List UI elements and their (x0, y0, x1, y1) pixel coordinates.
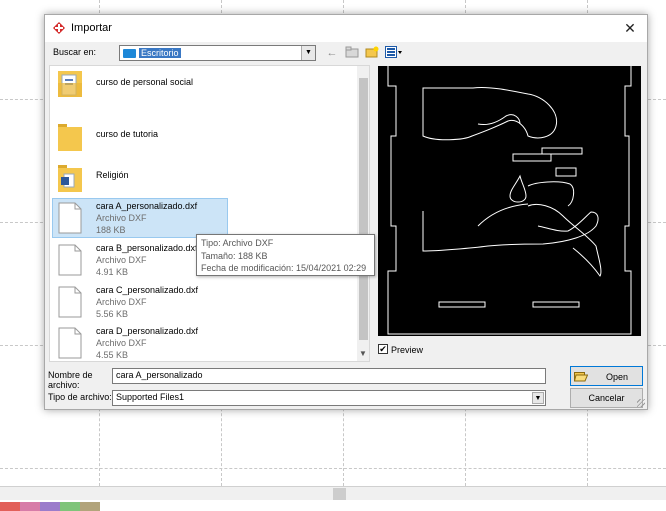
look-in-dropdown[interactable]: Escritorio ▼ (119, 45, 316, 61)
back-icon[interactable]: ← (325, 46, 339, 60)
file-name: cara C_personalizado.dxf (96, 285, 199, 295)
app-logo-icon (53, 22, 65, 34)
dxf-preview-drawing (387, 66, 632, 335)
file-name: cara B_personalizado.dxf (96, 243, 198, 253)
look-in-label: Buscar en: (53, 47, 97, 57)
document-icon (58, 286, 82, 318)
list-item[interactable]: cara A_personalizado.dxf Archivo DXF 188… (50, 198, 356, 238)
color-swatch[interactable] (20, 502, 40, 511)
file-size: 4.91 KB (96, 267, 129, 277)
folder-icon (58, 71, 82, 97)
preview-label: Preview (391, 345, 424, 355)
file-list-scrollbar[interactable]: ▼ (357, 66, 369, 361)
filename-label: Nombre de archivo: (48, 370, 93, 390)
navigation-toolbar: ← (325, 46, 402, 60)
open-button-label: Open (605, 372, 629, 382)
dialog-title: Importar (71, 22, 112, 34)
file-type: Archivo DXF (96, 255, 147, 265)
list-item[interactable]: cara C_personalizado.dxf Archivo DXF 5.5… (50, 282, 356, 322)
tooltip-type: Tipo: Archivo DXF (201, 238, 274, 248)
list-item[interactable]: Religión (50, 158, 356, 198)
file-name: cara D_personalizado.dxf (96, 326, 199, 336)
file-list[interactable]: curso de personal social curso de tutori… (49, 65, 370, 362)
file-size: 5.56 KB (96, 309, 129, 319)
color-swatch[interactable] (0, 502, 20, 511)
scrollbar-thumb[interactable] (359, 78, 368, 340)
scrollbar-thumb[interactable] (333, 488, 346, 500)
list-item[interactable]: curso de personal social (50, 66, 356, 103)
list-item[interactable]: cara D_personalizado.dxf Archivo DXF 4.5… (50, 323, 356, 361)
document-icon (58, 327, 82, 359)
cancel-button[interactable]: Cancelar (570, 388, 643, 408)
desktop-folder-icon (123, 49, 136, 58)
chevron-down-icon[interactable]: ▼ (357, 348, 369, 360)
color-swatch[interactable] (60, 502, 80, 511)
chevron-down-icon[interactable]: ▼ (532, 392, 544, 404)
tooltip-size: Tamaño: 188 KB (201, 250, 268, 261)
canvas-horizontal-scrollbar[interactable] (0, 486, 666, 500)
tooltip-modified: Fecha de modificación: 15/04/2021 02:29 (201, 263, 367, 273)
filetype-label: Tipo de archivo: (48, 392, 112, 402)
chevron-down-icon[interactable]: ▼ (301, 46, 315, 60)
close-icon[interactable]: ✕ (621, 19, 639, 37)
resize-grip-icon[interactable] (637, 399, 645, 407)
folder-icon (58, 124, 82, 151)
folder-name: Religión (96, 170, 129, 180)
open-folder-icon (574, 372, 588, 382)
file-type: Archivo DXF (96, 338, 147, 348)
view-menu-icon[interactable] (385, 46, 402, 60)
filename-input[interactable]: cara A_personalizado (112, 368, 546, 384)
file-type: Archivo DXF (96, 213, 147, 223)
filetype-value: Supported Files1 (116, 392, 185, 402)
preview-checkbox[interactable]: ✔ (378, 344, 388, 354)
color-swatch[interactable] (40, 502, 60, 511)
folder-name: curso de personal social (96, 77, 194, 87)
folder-icon (58, 165, 82, 192)
document-icon (58, 244, 82, 276)
file-size: 188 KB (96, 225, 126, 235)
file-name: cara A_personalizado.dxf (96, 201, 198, 211)
file-type: Archivo DXF (96, 297, 147, 307)
color-swatch[interactable] (80, 502, 100, 511)
open-button[interactable]: Open (570, 366, 643, 386)
look-in-value: Escritorio (139, 48, 181, 58)
file-size: 4.55 KB (96, 350, 129, 360)
folder-name: curso de tutoria (96, 129, 159, 139)
list-item[interactable]: curso de tutoria (50, 117, 356, 157)
color-palette (0, 502, 100, 511)
filetype-select[interactable]: Supported Files1 ▼ (112, 390, 546, 406)
file-tooltip: Tipo: Archivo DXF Tamaño: 188 KB Fecha d… (196, 234, 375, 276)
up-folder-icon[interactable] (345, 46, 359, 60)
preview-pane (378, 66, 641, 336)
document-icon (58, 202, 82, 234)
title-bar[interactable]: Importar ✕ (45, 15, 647, 42)
new-folder-icon[interactable] (365, 46, 379, 60)
import-dialog: Importar ✕ Buscar en: Escritorio ▼ ← cur… (44, 14, 648, 410)
